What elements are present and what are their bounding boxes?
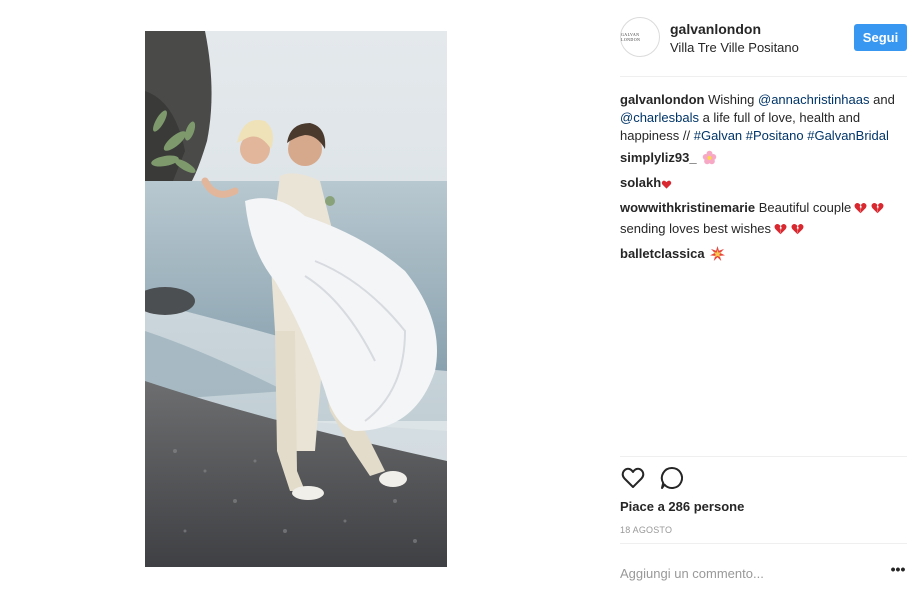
comment-divider bbox=[620, 543, 907, 544]
hashtag-link[interactable]: #Galvan bbox=[694, 128, 742, 143]
avatar[interactable]: GALVAN LONDON bbox=[620, 17, 660, 57]
comment-username[interactable]: balletclassica bbox=[620, 246, 705, 261]
broken-heart-emoji-icon bbox=[790, 222, 805, 241]
list-item: solakh bbox=[620, 174, 907, 195]
list-item: balletclassica bbox=[620, 245, 907, 266]
actions-divider bbox=[620, 456, 907, 457]
list-item: wowwithkristinemarie Beautiful couple se… bbox=[620, 199, 907, 241]
comment-username[interactable]: wowwithkristinemarie bbox=[620, 200, 755, 215]
collision-emoji-icon bbox=[710, 246, 726, 266]
mention-link[interactable]: @annachristinhaas bbox=[758, 92, 869, 107]
caption-username[interactable]: galvanlondon bbox=[620, 92, 705, 107]
caption-text: Wishing bbox=[708, 92, 755, 107]
header-divider bbox=[620, 76, 907, 77]
post-location[interactable]: Villa Tre Ville Positano bbox=[670, 40, 799, 55]
likes-count[interactable]: Piace a 286 persone bbox=[620, 499, 744, 514]
broken-heart-emoji-icon bbox=[773, 222, 788, 241]
more-options-icon[interactable]: ••• bbox=[888, 562, 908, 582]
broken-heart-emoji-icon bbox=[853, 201, 868, 220]
heart-emoji-icon bbox=[661, 177, 672, 195]
hashtag-link[interactable]: #Positano bbox=[746, 128, 804, 143]
comment-text: sending loves best wishes bbox=[620, 221, 772, 236]
comments-list: galvanlondon Wishing @annachristinhaas a… bbox=[620, 91, 907, 270]
post-date[interactable]: 18 AGOSTO bbox=[620, 525, 672, 535]
flower-emoji-icon bbox=[702, 150, 717, 170]
post-photo[interactable] bbox=[145, 31, 447, 567]
caption-text: and bbox=[873, 92, 895, 107]
list-item: simplyliz93_ bbox=[620, 149, 907, 170]
add-comment-section: ••• bbox=[620, 560, 907, 588]
speech-bubble-icon[interactable] bbox=[659, 465, 685, 491]
author-username[interactable]: galvanlondon bbox=[670, 21, 761, 37]
avatar-logo-text: GALVAN LONDON bbox=[621, 32, 641, 42]
caption: galvanlondon Wishing @annachristinhaas a… bbox=[620, 91, 907, 145]
wedding-photo bbox=[145, 31, 447, 567]
post-header: GALVAN LONDON galvanlondon Villa Tre Vil… bbox=[620, 17, 907, 61]
follow-button[interactable]: Segui bbox=[854, 24, 907, 51]
broken-heart-emoji-icon bbox=[870, 201, 885, 220]
post-details-panel: GALVAN LONDON galvanlondon Villa Tre Vil… bbox=[620, 0, 907, 594]
comment-text: Beautiful couple bbox=[758, 200, 852, 215]
hashtag-link[interactable]: #GalvanBridal bbox=[807, 128, 889, 143]
heart-outline-icon[interactable] bbox=[620, 465, 646, 491]
mention-link[interactable]: @charlesbals bbox=[620, 110, 699, 125]
comment-input[interactable] bbox=[620, 562, 870, 584]
comment-username[interactable]: solakh bbox=[620, 175, 661, 190]
comment-username[interactable]: simplyliz93_ bbox=[620, 150, 697, 165]
